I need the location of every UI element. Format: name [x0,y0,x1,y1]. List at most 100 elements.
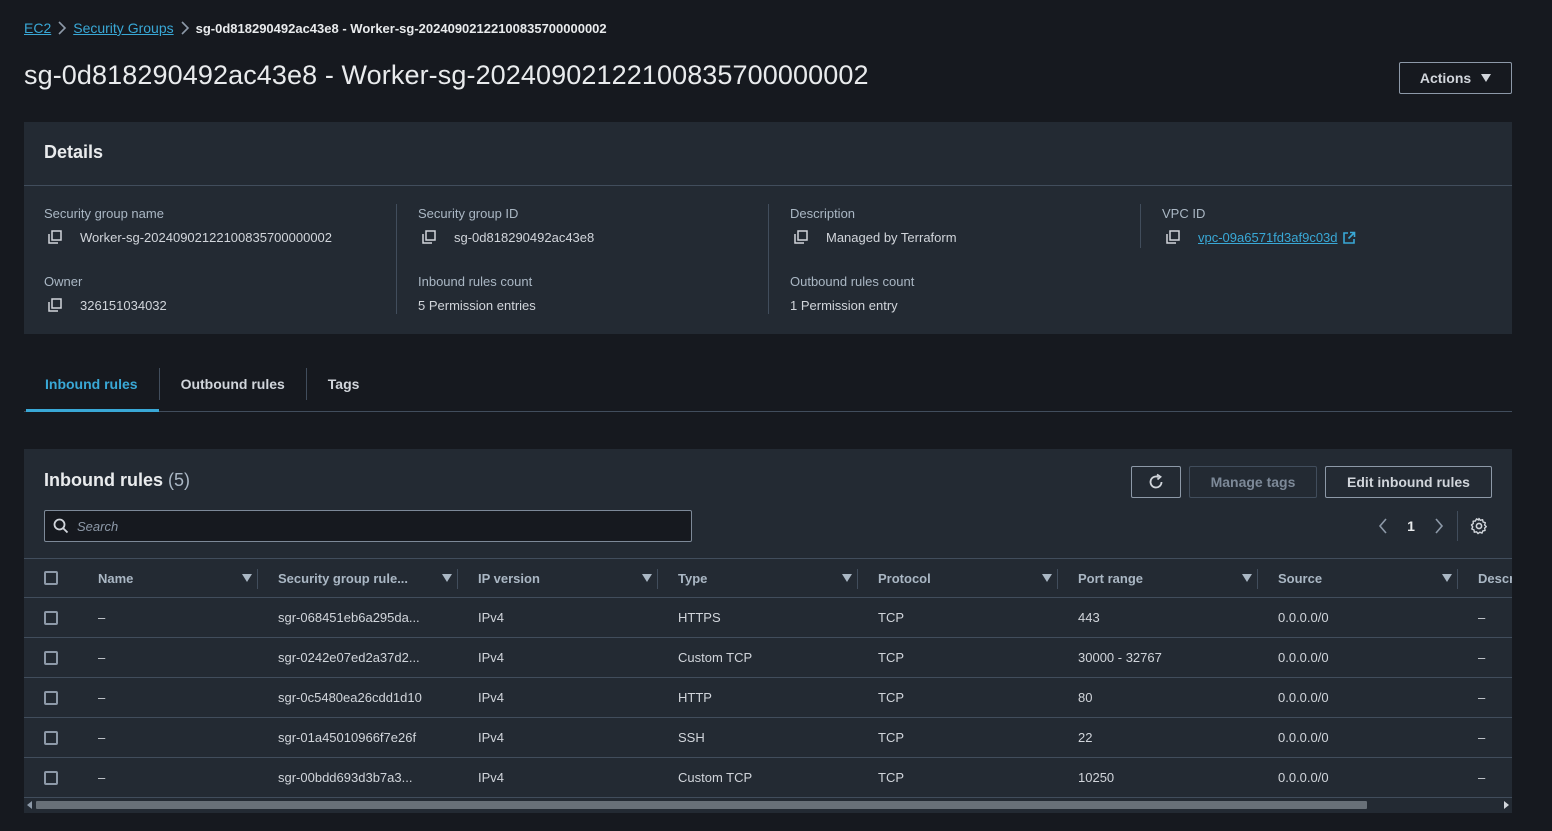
column-header-type[interactable]: Type [678,571,707,586]
scroll-right-icon[interactable] [1504,801,1509,809]
cell-source: 0.0.0.0/0 [1278,770,1329,785]
detail-value: 5 Permission entries [418,298,536,313]
cell-port-range: 443 [1078,610,1100,625]
details-title: Details [44,142,104,162]
sort-icon[interactable] [1242,574,1252,582]
details-column: Security group name Worker-sg-2024090212… [24,204,396,314]
breadcrumb-ec2-link[interactable]: EC2 [24,20,51,36]
cell-rule-id: sgr-0c5480ea26cdd1d10 [278,690,422,705]
cell-type: Custom TCP [678,650,753,665]
cell-port-range: 30000 - 32767 [1078,650,1162,665]
column-header-port-range[interactable]: Port range [1078,571,1143,586]
cell-description: – [1478,770,1486,785]
tab-tags[interactable]: Tags [307,356,381,411]
chevron-right-icon [174,21,196,35]
sort-icon[interactable] [1042,574,1052,582]
next-page-button[interactable] [1430,515,1448,537]
cell-rule-id: sgr-00bdd693d3b7a3... [278,770,413,785]
tab-inbound-rules[interactable]: Inbound rules [24,356,159,412]
detail-outbound-count: Outbound rules count 1 Permission entry [790,274,1140,340]
details-column: VPC ID vpc-09a6571fd3af9c03d [1140,204,1512,248]
page-number[interactable]: 1 [1392,518,1430,534]
sort-icon[interactable] [642,574,652,582]
pagination-divider [1457,511,1458,541]
table-row[interactable]: – sgr-00bdd693d3b7a3... IPv4 Custom TCP … [24,758,1512,798]
table-row[interactable]: – sgr-068451eb6a295da... IPv4 HTTPS TCP … [24,598,1512,638]
column-divider[interactable] [457,569,458,589]
column-header-protocol[interactable]: Protocol [878,571,931,586]
refresh-button[interactable] [1131,466,1181,498]
breadcrumb-current: sg-0d818290492ac43e8 - Worker-sg-2024090… [195,20,607,36]
row-checkbox[interactable] [44,730,58,745]
cell-ip-version: IPv4 [478,610,505,625]
row-checkbox[interactable] [44,690,58,705]
details-column: Security group ID sg-0d818290492ac43e8 I… [396,204,768,314]
page-title: sg-0d818290492ac43e8 - Worker-sg-2024090… [24,60,869,90]
copy-icon[interactable] [1166,230,1182,246]
table-row[interactable]: – sgr-01a45010966f7e26f IPv4 SSH TCP 22 … [24,718,1512,758]
detail-sg-id: Security group ID sg-0d818290492ac43e8 [418,206,768,272]
search-input[interactable] [77,518,657,534]
cell-ip-version: IPv4 [478,770,505,785]
scroll-left-icon[interactable] [27,801,32,809]
select-all-checkbox[interactable] [44,571,58,585]
details-header: Details [24,122,1512,186]
tab-label: Outbound rules [180,375,285,392]
cell-rule-id: sgr-01a45010966f7e26f [278,730,417,745]
actions-button[interactable]: Actions [1399,62,1512,94]
column-divider[interactable] [657,569,658,589]
copy-icon[interactable] [422,230,438,246]
tab-outbound-rules[interactable]: Outbound rules [160,356,306,411]
tab-label: Tags [327,375,360,392]
sort-icon[interactable] [1442,574,1452,582]
tab-label: Inbound rules [45,375,138,392]
table-settings-button[interactable] [1469,516,1489,536]
column-header-rule-id[interactable]: Security group rule... [278,571,408,586]
column-divider[interactable] [1257,569,1258,589]
cell-port-range: 10250 [1078,770,1115,785]
search-field[interactable] [44,510,692,542]
column-divider[interactable] [1057,569,1058,589]
cell-ip-version: IPv4 [478,690,505,705]
cell-description: – [1478,650,1486,665]
breadcrumb-security-groups-link[interactable]: Security Groups [73,20,173,36]
row-checkbox[interactable] [44,770,58,785]
edit-inbound-rules-button[interactable]: Edit inbound rules [1325,466,1492,498]
chevron-right-icon [1435,518,1444,534]
table-row[interactable]: – sgr-0c5480ea26cdd1d10 IPv4 HTTP TCP 80… [24,678,1512,718]
table-row[interactable]: – sgr-0242e07ed2a37d2... IPv4 Custom TCP… [24,638,1512,678]
scrollbar-thumb[interactable] [36,801,1367,809]
sort-icon[interactable] [242,574,252,582]
column-header-source[interactable]: Source [1278,571,1322,586]
vpc-id-link[interactable]: vpc-09a6571fd3af9c03d [1198,230,1338,246]
manage-tags-button[interactable]: Manage tags [1189,466,1317,498]
cell-source: 0.0.0.0/0 [1278,610,1329,625]
column-header-description[interactable]: Descr [1478,571,1512,586]
rules-count: (5) [168,470,191,490]
cell-protocol: TCP [878,690,904,705]
detail-label: Inbound rules count [418,274,533,289]
copy-icon[interactable] [794,230,810,246]
copy-icon[interactable] [48,298,64,314]
sort-icon[interactable] [442,574,452,582]
previous-page-button[interactable] [1374,515,1392,537]
column-header-name[interactable]: Name [98,571,133,586]
copy-icon[interactable] [48,230,64,246]
detail-label: Security group ID [418,206,519,221]
cell-name: – [98,610,106,625]
chevron-right-icon [51,21,73,35]
column-divider[interactable] [1457,569,1458,589]
sort-icon[interactable] [842,574,852,582]
column-divider[interactable] [857,569,858,589]
cell-ip-version: IPv4 [478,730,505,745]
external-link-icon[interactable] [1342,231,1356,245]
column-divider[interactable] [257,569,258,589]
detail-sg-name: Security group name Worker-sg-2024090212… [44,206,396,272]
detail-label: Owner [44,274,83,289]
row-checkbox[interactable] [44,650,58,665]
cell-name: – [98,770,106,785]
column-header-ip-version[interactable]: IP version [478,571,540,586]
horizontal-scrollbar[interactable] [24,799,1512,811]
row-checkbox[interactable] [44,610,58,625]
cell-protocol: TCP [878,650,904,665]
